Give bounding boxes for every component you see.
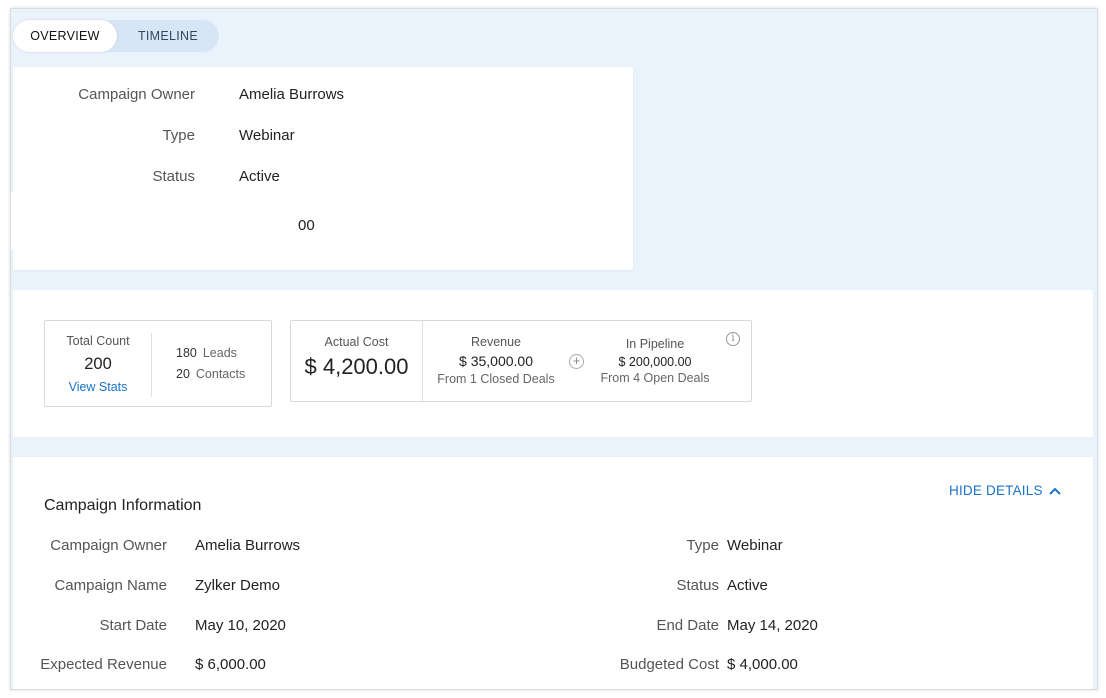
hide-details-label: HIDE DETAILS bbox=[949, 483, 1043, 498]
tab-overview[interactable]: OVERVIEW bbox=[13, 20, 117, 52]
info-icon[interactable]: i bbox=[726, 332, 740, 346]
plus-circle-icon: + bbox=[569, 354, 584, 369]
field-row: Campaign Name Zylker Demo bbox=[13, 577, 533, 597]
field-label: Type bbox=[686, 537, 719, 554]
field-row: Status Active bbox=[533, 577, 1093, 597]
field-value: Zylker Demo bbox=[195, 577, 281, 594]
field-label: Budgeted Cost bbox=[619, 656, 719, 673]
actual-cost-value: $ 4,200.00 bbox=[304, 354, 409, 379]
field-label: Status bbox=[152, 168, 195, 185]
field-label: End Date bbox=[656, 617, 719, 634]
tab-timeline[interactable]: TIMELINE bbox=[117, 20, 219, 52]
field-value: Amelia Burrows bbox=[195, 537, 301, 554]
campaign-information-section: Campaign Information HIDE DETAILS Campai… bbox=[13, 457, 1093, 689]
contacts-count: 20 Contacts bbox=[176, 367, 245, 381]
section-title: Campaign Information bbox=[44, 497, 202, 514]
field-row: Expected Revenue $ 6,000.00 bbox=[13, 656, 533, 676]
cost-revenue-box: Actual Cost $ 4,200.00 Revenue $ 35,000.… bbox=[290, 320, 752, 402]
total-count-box: Total Count 200 View Stats 180 Leads 20 Co… bbox=[44, 320, 272, 407]
campaign-detail-page: OVERVIEW TIMELINE Campaign Owner Amelia … bbox=[10, 8, 1098, 690]
field-value: $ 4,000.00 bbox=[727, 656, 798, 673]
contacts-label: Contacts bbox=[195, 367, 246, 381]
total-count-value: 200 bbox=[84, 355, 112, 373]
actual-cost-label: Actual Cost bbox=[324, 335, 389, 349]
hide-details-button[interactable]: HIDE DETAILS bbox=[949, 483, 1061, 498]
revenue-label: Revenue bbox=[470, 335, 522, 349]
revenue-subtext: From 1 Closed Deals bbox=[437, 372, 555, 386]
field-row: End Date May 14, 2020 bbox=[533, 617, 1093, 637]
field-label: Campaign Owner bbox=[78, 86, 195, 103]
field-value: Active bbox=[727, 577, 768, 594]
field-label: Start Date bbox=[99, 617, 167, 634]
field-label: Campaign Name bbox=[54, 577, 167, 594]
field-value: May 14, 2020 bbox=[727, 617, 818, 634]
contacts-number: 20 bbox=[176, 367, 190, 381]
field-row: Start Date May 10, 2020 bbox=[13, 617, 533, 637]
field-value: Active bbox=[239, 168, 280, 185]
field-row: Budgeted Cost $ 4,000.00 bbox=[533, 656, 1093, 676]
field-row: Type Webinar bbox=[533, 537, 1093, 557]
leads-count: 180 Leads bbox=[176, 346, 237, 360]
occluding-panel bbox=[11, 192, 297, 250]
pipeline-value: $ 200,000.00 bbox=[618, 355, 692, 369]
summary-row-owner: Campaign Owner Amelia Burrows bbox=[13, 86, 633, 106]
view-stats-link[interactable]: View Stats bbox=[45, 380, 151, 394]
leads-label: Leads bbox=[202, 346, 237, 360]
chevron-up-icon bbox=[1048, 487, 1061, 495]
stats-card: Total Count 200 View Stats 180 Leads 20 Co… bbox=[13, 290, 1093, 437]
pipeline-label: In Pipeline bbox=[625, 337, 685, 351]
summary-row-status: Status Active bbox=[13, 168, 633, 188]
pipeline-subtext: From 4 Open Deals bbox=[600, 371, 710, 385]
field-label: Campaign Owner bbox=[50, 537, 167, 554]
field-value: Webinar bbox=[239, 127, 295, 144]
revenue-value: $ 35,000.00 bbox=[459, 353, 533, 369]
tab-bar: OVERVIEW TIMELINE bbox=[13, 20, 219, 52]
total-count-label: Total Count bbox=[66, 334, 130, 348]
field-value: Amelia Burrows bbox=[239, 86, 345, 103]
divider bbox=[151, 333, 152, 397]
field-value: May 10, 2020 bbox=[195, 617, 286, 634]
field-value: Webinar bbox=[727, 537, 783, 554]
summary-row-type: Type Webinar bbox=[13, 127, 633, 147]
leads-number: 180 bbox=[176, 346, 197, 360]
field-row: Campaign Owner Amelia Burrows bbox=[13, 537, 533, 557]
field-label: Type bbox=[162, 127, 195, 144]
field-label: Expected Revenue bbox=[40, 656, 167, 673]
field-label: Status bbox=[676, 577, 719, 594]
partial-field-value: 00 bbox=[298, 217, 315, 234]
field-value: $ 6,000.00 bbox=[195, 656, 266, 673]
